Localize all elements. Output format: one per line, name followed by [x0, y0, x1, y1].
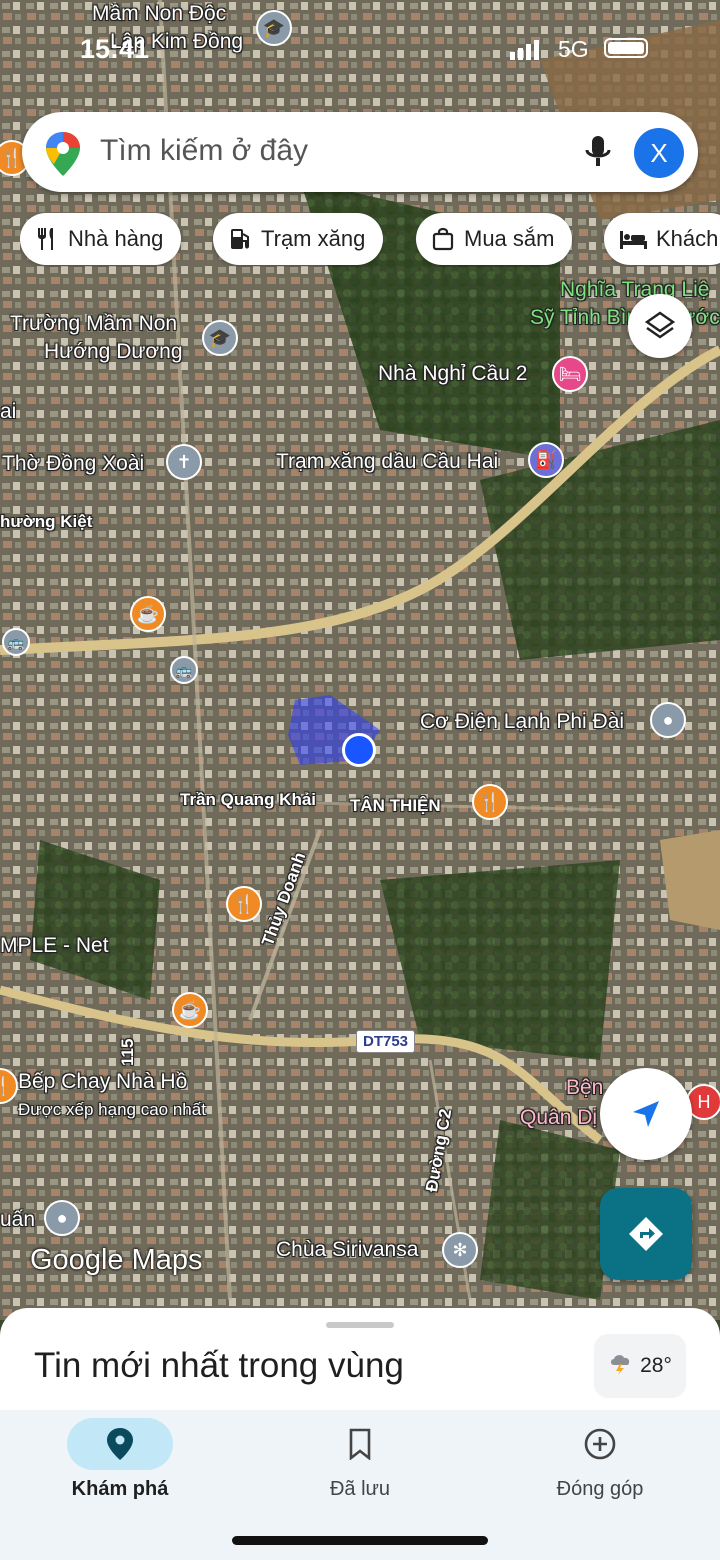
directions-button[interactable] — [600, 1188, 692, 1280]
add-circle-icon — [547, 1418, 653, 1470]
layers-button[interactable] — [628, 294, 692, 358]
label-tan-thien: TÂN THIỆN — [350, 796, 441, 815]
nav-explore[interactable]: Khám phá — [0, 1410, 240, 1520]
directions-icon — [629, 1217, 663, 1251]
bus-stop-icon[interactable]: 🚌 — [2, 628, 30, 656]
status-bar: 15:41 5G — [0, 30, 720, 70]
chip-label: Khách — [656, 226, 719, 251]
temperature: 28° — [640, 1354, 672, 1377]
chip-label: Mua sắm — [464, 226, 555, 251]
label-chua-sirivansa[interactable]: Chùa Sirivansa — [276, 1238, 418, 1262]
place-pin-icon[interactable]: ● — [650, 702, 686, 738]
place-pin-icon[interactable]: ● — [44, 1200, 80, 1236]
label-mam-non-doc[interactable]: Mầm Non Độc — [92, 2, 226, 26]
nav-label: Khám phá — [71, 1478, 169, 1500]
temple-pin-icon[interactable]: ✻ — [442, 1232, 478, 1268]
label-mple-net[interactable]: MPLE - Net — [0, 934, 109, 958]
thunderstorm-icon — [608, 1351, 634, 1381]
nav-saved[interactable]: Đã lưu — [240, 1410, 480, 1520]
label-quan-doi[interactable]: Quân Dị — [520, 1106, 597, 1130]
nav-label: Đã lưu — [329, 1478, 391, 1500]
cafe-pin-icon[interactable]: ☕ — [130, 596, 166, 632]
home-indicator[interactable] — [232, 1536, 488, 1545]
google-maps-watermark: Google Maps — [30, 1244, 203, 1276]
my-location-button[interactable] — [600, 1068, 692, 1160]
shopping-bag-icon — [430, 226, 456, 252]
restaurant-icon — [34, 226, 60, 252]
hotel-icon — [618, 227, 648, 251]
bottom-sheet[interactable]: Tin mới nhất trong vùng 28° — [0, 1308, 720, 1418]
nav-label: Đóng góp — [556, 1478, 644, 1500]
label-co-dien-lanh[interactable]: Cơ Điện Lạnh Phi Đài — [420, 710, 624, 734]
account-avatar[interactable]: X — [634, 128, 684, 178]
layers-icon — [644, 311, 676, 339]
label-huong-duong[interactable]: Hướng Dương — [44, 340, 183, 364]
label-ai[interactable]: ai — [0, 400, 16, 424]
bottom-navigation: Khám phá Đã lưu Đóng góp — [0, 1410, 720, 1560]
nav-contribute[interactable]: Đóng góp — [480, 1410, 720, 1520]
cafe-pin-icon[interactable]: ☕ — [172, 992, 208, 1028]
sheet-drag-handle[interactable] — [326, 1322, 394, 1328]
chip-hotels[interactable]: Khách — [604, 213, 720, 265]
label-nha-nghi[interactable]: Nhà Nghỉ Cầu 2 — [378, 362, 527, 386]
sheet-title: Tin mới nhất trong vùng — [34, 1346, 404, 1385]
google-maps-logo-icon — [46, 132, 80, 176]
label-road-115: 115 — [118, 1038, 137, 1066]
label-tram-xang-cau-hai[interactable]: Trạm xăng dầu Cầu Hai — [276, 450, 498, 474]
chip-label: Nhà hàng — [68, 226, 164, 251]
chip-label: Trạm xăng — [261, 226, 366, 251]
chip-gas-stations[interactable]: Trạm xăng — [213, 213, 384, 265]
chip-restaurants[interactable]: Nhà hàng — [20, 213, 182, 265]
search-input[interactable]: Tìm kiếm ở đây — [100, 134, 308, 168]
navigation-arrow-icon — [633, 1101, 659, 1127]
label-quan[interactable]: uấn — [0, 1208, 35, 1232]
search-bar[interactable]: Tìm kiếm ở đây X — [22, 112, 698, 192]
weather-badge[interactable]: 28° — [594, 1334, 686, 1398]
restaurant-pin-icon[interactable]: 🍴 — [472, 784, 508, 820]
road-shield-dt753: DT753 — [356, 1030, 416, 1053]
current-location-dot — [342, 733, 376, 767]
status-time: 15:41 — [80, 34, 150, 64]
label-xep-hang: Được xếp hạng cao nhất — [18, 1100, 206, 1119]
label-tho-dong-xoai[interactable]: Thờ Đồng Xoài — [2, 452, 144, 476]
explore-pin-icon — [67, 1418, 173, 1470]
label-benh-vien[interactable]: Bện — [566, 1076, 603, 1100]
restaurant-pin-icon[interactable]: 🍴 — [226, 886, 262, 922]
chip-shopping[interactable]: Mua sắm — [416, 213, 573, 265]
label-truong-mam-non[interactable]: Trường Mầm Non — [10, 312, 177, 336]
gas-station-icon — [227, 226, 253, 252]
gas-pin-icon[interactable]: ⛽ — [528, 442, 564, 478]
label-tran-quang-khai: Trần Quang Khải — [180, 790, 317, 809]
category-chips: Nhà hàng Trạm xăng Mua sắm Khách — [20, 213, 720, 267]
label-bep-chay[interactable]: Bếp Chay Nhà Hồ — [18, 1070, 187, 1094]
signal-icon — [510, 40, 539, 60]
church-icon[interactable]: ✝ — [166, 444, 202, 480]
school-icon[interactable]: 🎓 — [202, 320, 238, 356]
label-nghia-trang[interactable]: Nghĩa Trang Liệ — [560, 278, 709, 302]
microphone-icon[interactable] — [582, 134, 614, 170]
bus-stop-icon[interactable]: 🚌 — [170, 656, 198, 684]
network-type: 5G — [558, 36, 589, 62]
bookmark-icon — [307, 1418, 413, 1470]
label-thuong-kiet: hường Kiệt — [0, 512, 93, 531]
hotel-pin-icon[interactable]: 🛏 — [552, 356, 588, 392]
battery-icon — [604, 38, 648, 58]
